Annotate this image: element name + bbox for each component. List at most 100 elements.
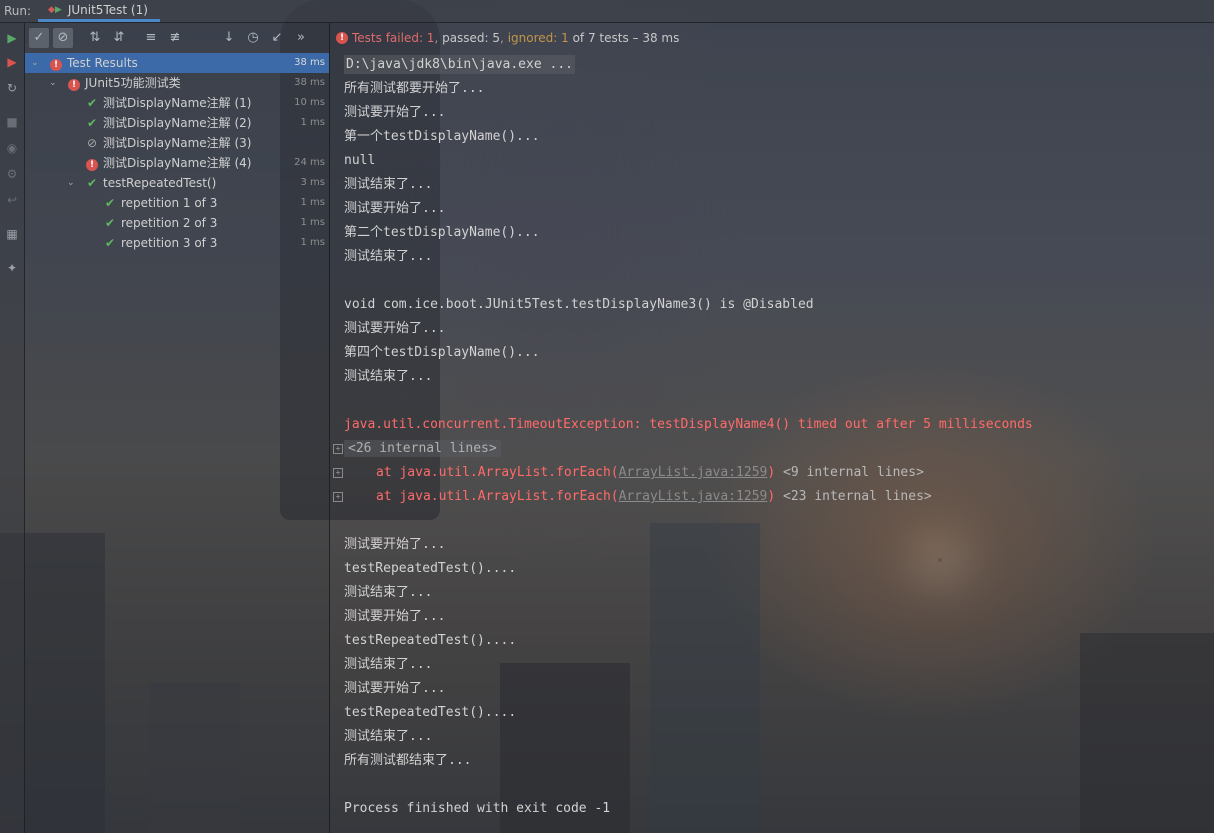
console-line: 测试要开始了... (344, 537, 446, 552)
console-line: 第一个testDisplayName()... (344, 129, 540, 144)
status-ignored: ignored: 1 (507, 30, 569, 45)
console-line: 测试结束了... (344, 657, 433, 672)
console-line: 测试结束了... (344, 249, 433, 264)
sort-by-duration-icon[interactable]: ⇵ (109, 28, 129, 48)
tree-row-label: repetition 3 of 3 (121, 236, 218, 250)
test-tree-panel: ✓ ⊘ ⇅ ⇵ ≡ ≢ ↓ ◷ ↙ » ⌄ ! Test Results 38 … (25, 23, 330, 833)
tree-row-repetition[interactable]: ✔ repetition 2 of 3 1 ms (25, 213, 329, 233)
console-output[interactable]: D:\java\jdk8\bin\java.exe ... 所有测试都要开始了.… (330, 53, 1214, 821)
console-line: 测试要开始了... (344, 321, 446, 336)
camera-icon[interactable]: ◉ (3, 139, 21, 157)
failed-status-icon: ! (67, 73, 81, 93)
tree-row-test-results[interactable]: ⌄ ! Test Results 38 ms (25, 53, 329, 73)
tree-row-duration: 1 ms (300, 197, 326, 208)
console-line: testRepeatedTest().... (344, 705, 517, 720)
console-line: 第二个testDisplayName()... (344, 225, 540, 240)
test-tree: ⌄ ! Test Results 38 ms ⌄ ! JUnit5功能测试类 3… (25, 53, 329, 253)
stop-icon[interactable]: ■ (3, 113, 21, 131)
run-tab-label: JUnit5Test (1) (67, 2, 148, 17)
passed-check-icon: ✔ (86, 176, 98, 190)
show-passed-icon[interactable]: ✓ (29, 27, 49, 48)
import-tests-icon[interactable]: ↙ (267, 28, 287, 48)
process-exit-line: Process finished with exit code -1 (344, 801, 611, 816)
console-line: void com.ice.boot.JUnit5Test.testDisplay… (344, 297, 814, 312)
passed-check-icon: ✔ (104, 236, 116, 250)
tree-row-test[interactable]: ! 测试DisplayName注解 (4) 24 ms (25, 153, 329, 173)
passed-check-icon: ✔ (104, 216, 116, 230)
console-line: 测试要开始了... (344, 105, 446, 120)
tree-row-label: 测试DisplayName注解 (2) (103, 116, 252, 130)
console-line: null (344, 153, 376, 168)
failed-status-icon: ! (85, 153, 99, 173)
tree-row-label: 测试DisplayName注解 (1) (103, 96, 252, 110)
exit-icon[interactable]: ↩ (3, 191, 21, 209)
collapse-all-icon[interactable]: ≢ (165, 28, 185, 48)
stacktrace-line: + at java.util.ArrayList.forEach(ArrayLi… (330, 461, 1214, 485)
layout-icon[interactable]: ▦ (3, 225, 21, 243)
run-side-toolbar: ▶ ▶ ↻ ■ ◉ ⚙ ↩ ▦ ✦ (0, 23, 25, 833)
tree-row-test[interactable]: ✔ 测试DisplayName注解 (1) 10 ms (25, 93, 329, 113)
more-actions-icon[interactable]: » (291, 28, 311, 48)
console-line: 所有测试都要开始了... (344, 81, 485, 96)
settings-icon[interactable]: ⚙ (3, 165, 21, 183)
sort-alphabetically-icon[interactable]: ⇅ (85, 28, 105, 48)
console-panel[interactable]: ! Tests failed: 1, passed: 5, ignored: 1… (330, 23, 1214, 833)
toggle-auto-test-icon[interactable]: ↻ (3, 79, 21, 97)
source-link[interactable]: ArrayList.java:1259 (619, 489, 768, 504)
tree-row-duration: 1 ms (300, 117, 326, 128)
tree-row-duration: 38 ms (294, 77, 325, 88)
run-tab[interactable]: ◆▶ JUnit5Test (1) (38, 0, 160, 22)
console-line: 测试结束了... (344, 369, 433, 384)
console-line: testRepeatedTest().... (344, 633, 517, 648)
console-line: 测试要开始了... (344, 681, 446, 696)
chevron-down-icon[interactable]: ⌄ (67, 173, 75, 193)
show-ignored-icon[interactable]: ⊘ (53, 27, 73, 48)
tree-row-repeated-test[interactable]: ⌄ ✔ testRepeatedTest() 3 ms (25, 173, 329, 193)
next-failed-test-icon[interactable]: ↓ (219, 28, 239, 48)
console-line: 测试要开始了... (344, 201, 446, 216)
console-line: 第四个testDisplayName()... (344, 345, 540, 360)
internal-lines-fold[interactable]: <26 internal lines> (344, 440, 501, 457)
tree-row-duration: 3 ms (300, 177, 326, 188)
console-line: 测试要开始了... (344, 609, 446, 624)
tree-row-duration: 1 ms (300, 237, 326, 248)
test-history-icon[interactable]: ◷ (243, 28, 263, 48)
tree-row-test[interactable]: ⊘ 测试DisplayName注解 (3) (25, 133, 329, 153)
console-line: D:\java\jdk8\bin\java.exe ... (330, 53, 1214, 77)
tree-row-duration: 1 ms (300, 217, 326, 228)
console-line: 测试结束了... (344, 585, 433, 600)
tree-row-test-class[interactable]: ⌄ ! JUnit5功能测试类 38 ms (25, 73, 329, 93)
status-summary: of 7 tests – 38 ms (572, 30, 680, 45)
expand-icon[interactable]: + (333, 468, 343, 478)
internal-lines-fold[interactable]: <9 internal lines> (783, 465, 924, 480)
chevron-down-icon[interactable]: ⌄ (49, 73, 57, 93)
console-line: 测试结束了... (344, 729, 433, 744)
tree-row-test[interactable]: ✔ 测试DisplayName注解 (2) 1 ms (25, 113, 329, 133)
chevron-down-icon[interactable]: ⌄ (31, 53, 39, 73)
expand-icon[interactable]: + (333, 444, 343, 454)
status-passed: passed: 5 (442, 30, 501, 45)
failed-status-icon: ! (336, 31, 348, 44)
pin-icon[interactable]: ✦ (3, 259, 21, 277)
console-fold-line: + <26 internal lines> (330, 437, 1214, 461)
exception-line: java.util.concurrent.TimeoutException: t… (344, 417, 1033, 432)
ignored-icon: ⊘ (86, 136, 98, 150)
failed-status-icon: ! (49, 53, 63, 73)
status-failed: Tests failed: 1 (352, 30, 435, 45)
tree-row-label: repetition 1 of 3 (121, 196, 218, 210)
tree-row-duration: 24 ms (294, 157, 325, 168)
tree-row-repetition[interactable]: ✔ repetition 3 of 3 1 ms (25, 233, 329, 253)
expand-icon[interactable]: + (333, 492, 343, 502)
tree-row-repetition[interactable]: ✔ repetition 1 of 3 1 ms (25, 193, 329, 213)
rerun-failed-icon[interactable]: ▶ (3, 53, 21, 71)
rerun-icon[interactable]: ▶ (3, 29, 21, 47)
test-tree-toolbar: ✓ ⊘ ⇅ ⇵ ≡ ≢ ↓ ◷ ↙ » (25, 23, 329, 52)
internal-lines-fold[interactable]: <23 internal lines> (783, 489, 932, 504)
command-line-text[interactable]: D:\java\jdk8\bin\java.exe ... (344, 55, 575, 74)
expand-all-icon[interactable]: ≡ (141, 28, 161, 48)
source-link[interactable]: ArrayList.java:1259 (619, 465, 768, 480)
